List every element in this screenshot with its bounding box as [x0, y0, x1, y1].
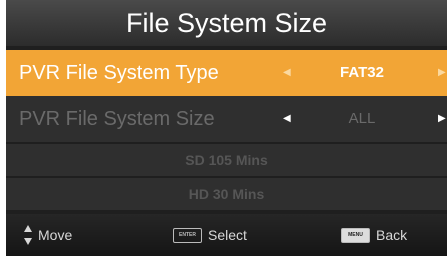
- arrow-left-icon[interactable]: ◀: [283, 96, 291, 142]
- back-hint: MENU Back: [341, 214, 407, 256]
- arrow-right-icon[interactable]: ▶: [438, 50, 446, 96]
- menu-key-text: MENU: [348, 231, 363, 238]
- pvr-file-system-type-value: FAT32: [340, 64, 384, 81]
- select-label: Select: [208, 227, 247, 243]
- footer-hint-bar: Move ENTER Select MENU Back: [6, 214, 447, 256]
- select-hint: ENTER Select: [173, 214, 247, 256]
- arrow-left-icon[interactable]: ◀: [283, 50, 291, 96]
- pvr-file-system-type-label: PVR File System Type: [19, 62, 219, 84]
- pvr-file-system-size-row[interactable]: PVR File System Size ◀ ALL ▶: [6, 96, 447, 142]
- up-down-arrows-icon: [24, 225, 32, 246]
- pvr-file-system-type-row[interactable]: PVR File System Type ◀ FAT32 ▶: [6, 50, 447, 96]
- enter-key-text: ENTER: [179, 231, 196, 238]
- osd-menu: File System Size PVR File System Type ◀ …: [6, 0, 447, 256]
- pvr-file-system-size-value: ALL: [348, 110, 376, 127]
- arrow-right-icon[interactable]: ▶: [438, 96, 446, 142]
- move-hint: Move: [23, 214, 72, 256]
- pvr-file-system-size-label: PVR File System Size: [19, 108, 215, 130]
- enter-key-icon: ENTER: [173, 227, 202, 243]
- move-label: Move: [38, 227, 73, 243]
- sd-recording-time: SD 105 Mins: [6, 144, 447, 176]
- hd-recording-time: HD 30 Mins: [6, 178, 447, 210]
- menu-title: File System Size: [6, 0, 447, 46]
- menu-key-icon: MENU: [341, 227, 370, 243]
- back-label: Back: [376, 227, 408, 243]
